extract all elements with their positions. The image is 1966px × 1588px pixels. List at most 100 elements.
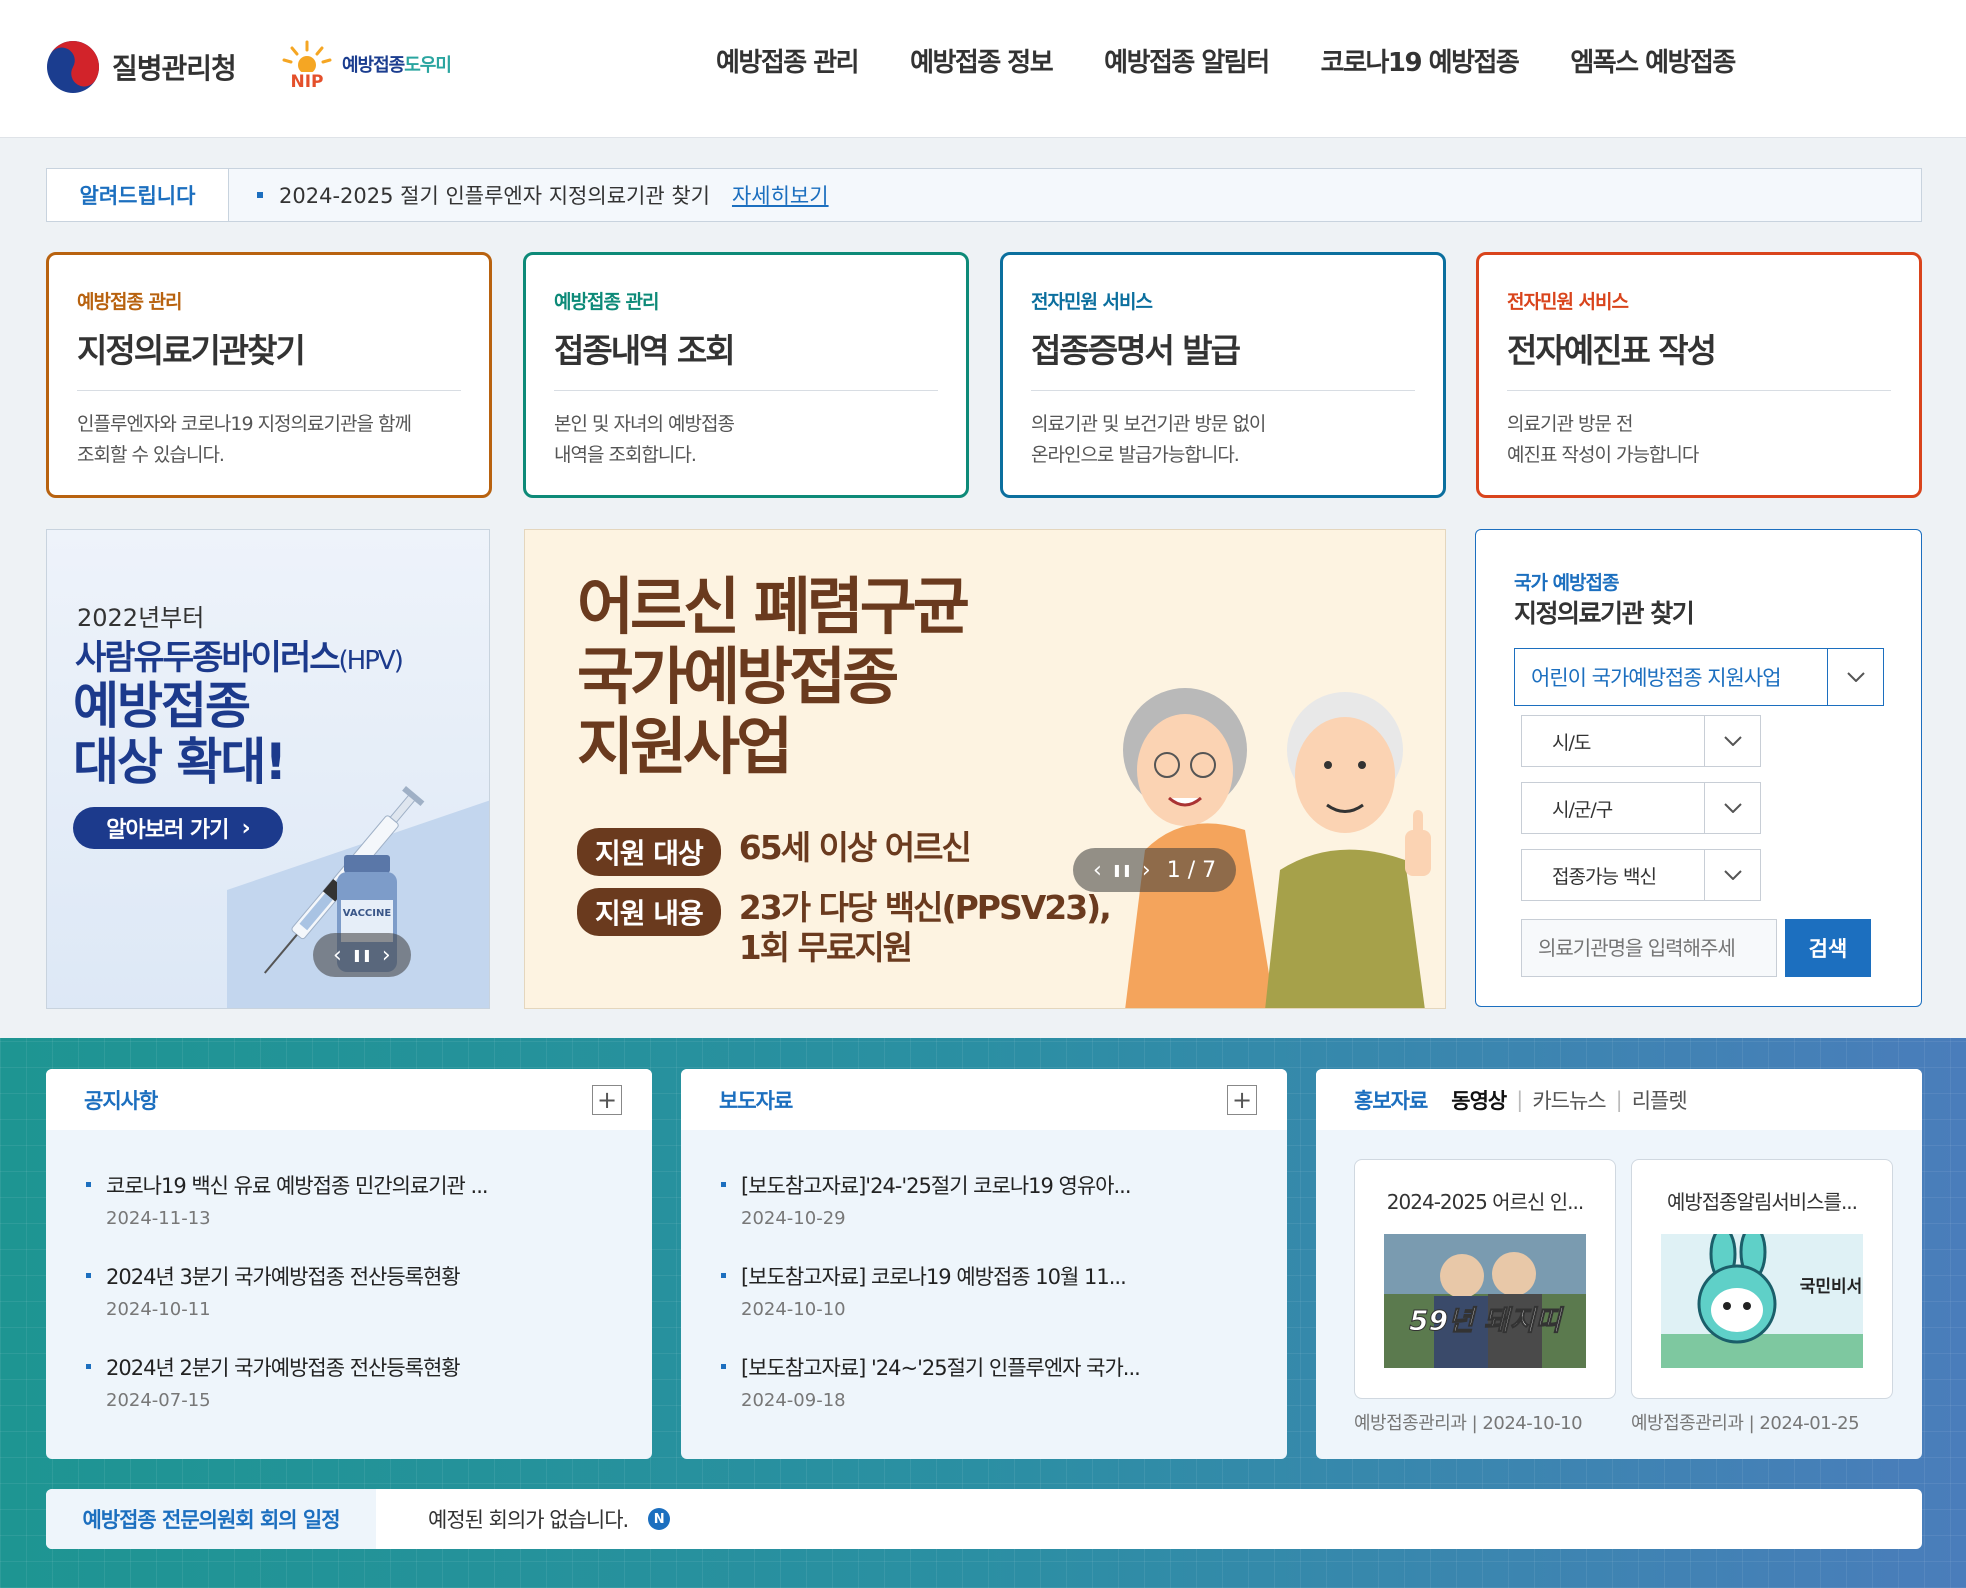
tab-card-news[interactable]: 카드뉴스 — [1532, 1085, 1606, 1115]
list-item-title: [보도참고자료]'24-'25절기 코로나19 영유아... — [741, 1174, 1132, 1198]
chevron-down-icon — [1704, 716, 1760, 766]
site-header: 질병관리청 NIP 예방접종도우미 예방접종 관리 예방접종 정보 예방접종 알… — [0, 0, 1966, 138]
notice-item[interactable]: 2024-2025 절기 인플루엔자 지정의료기관 찾기 — [257, 180, 710, 210]
hpv-banner[interactable]: 2022년부터 사람유두종바이러스(HPV) 예방접종 대상 확대! 알아보러 가… — [46, 529, 490, 1009]
hpv-slider-controls: ‹ ❚❚ › — [313, 933, 411, 977]
sido-select-value: 시/도 — [1552, 731, 1591, 754]
finder-title: 지정의료기관 찾기 — [1514, 599, 1695, 628]
pneumo-slider-controls: ‹ ❚❚ › 1 / 7 — [1073, 848, 1237, 892]
service-card-e-questionnaire[interactable]: 전자민원 서비스 전자예진표 작성 의료기관 방문 전 예진표 작성이 가능합니… — [1476, 252, 1922, 498]
promo-card[interactable]: 예방접종알림서비스를... 국민비서 — [1631, 1159, 1893, 1399]
more-plus-icon[interactable]: + — [592, 1085, 622, 1115]
list-item[interactable]: [보도참고자료] '24~'25절기 인플루엔자 국가... 2024-09-1… — [721, 1352, 1287, 1411]
list-item[interactable]: [보도참고자료]'24-'25절기 코로나19 영유아... 2024-10-2… — [721, 1170, 1287, 1229]
nip-name-accent: 도우미 — [404, 55, 452, 76]
nip-logo-text: NIP — [290, 72, 323, 90]
service-card-desc: 의료기관 및 보건기관 방문 없이 온라인으로 발급가능합니다. — [1031, 413, 1266, 466]
service-card-title: 접종내역 조회 — [554, 324, 938, 391]
kdca-logo[interactable]: 질병관리청 — [46, 40, 237, 94]
nip-name-main: 예방접종 — [342, 55, 405, 76]
program-select-value: 어린이 국가예방접종 지원사업 — [1531, 666, 1782, 690]
board-list: [보도참고자료]'24-'25절기 코로나19 영유아... 2024-10-2… — [681, 1130, 1287, 1411]
nip-logo[interactable]: NIP 예방접종도우미 — [278, 38, 452, 90]
promo-card[interactable]: 2024-2025 어르신 인... 59년 돼지띠 — [1354, 1159, 1616, 1399]
chevron-down-icon — [1827, 649, 1883, 705]
hpv-year: 2022년부터 — [77, 604, 205, 632]
thumbnail-caption: 59년 돼지띠 — [1409, 1304, 1564, 1337]
list-item-title: 코로나19 백신 유료 예방접종 민간의료기관 ... — [106, 1174, 489, 1198]
meeting-schedule-bar: 예방접종 전문의원회 회의 일정 예정된 회의가 없습니다. N — [46, 1489, 1922, 1549]
pneumococcal-banner[interactable]: 어르신 폐렴구균 국가예방접종 지원사업 지원 대상 65세 이상 어르신 지원… — [524, 529, 1446, 1009]
vial-label: VACCINE — [343, 908, 392, 919]
board-list: 코로나19 백신 유료 예방접종 민간의료기관 ... 2024-11-13 2… — [46, 1130, 652, 1411]
pneumo-target-tag: 지원 대상 — [577, 828, 721, 876]
tab-divider: | — [1516, 1087, 1523, 1112]
nav-mpox[interactable]: 엠폭스 예방접종 — [1544, 42, 1761, 79]
chevron-down-icon — [1704, 783, 1760, 833]
service-card-category: 전자민원 서비스 — [1031, 291, 1153, 313]
notices-board: 공지사항 + 코로나19 백신 유료 예방접종 민간의료기관 ... 2024-… — [46, 1069, 652, 1459]
press-board: 보도자료 + [보도참고자료]'24-'25절기 코로나19 영유아... 20… — [681, 1069, 1287, 1459]
service-card-desc: 의료기관 방문 전 예진표 작성이 가능합니다 — [1507, 413, 1699, 466]
board-title[interactable]: 공지사항 — [84, 1085, 158, 1115]
nav-covid19[interactable]: 코로나19 예방접종 — [1295, 42, 1545, 79]
nav-vaccination-info[interactable]: 예방접종 정보 — [884, 42, 1078, 79]
service-card-desc: 본인 및 자녀의 예방접종 내역을 조회합니다. — [554, 413, 735, 466]
nip-sun-icon: NIP — [282, 40, 332, 90]
list-item-date: 2024-09-18 — [741, 1390, 846, 1411]
pause-button[interactable]: ❚❚ — [1112, 863, 1132, 877]
promo-card-title: 2024-2025 어르신 인... — [1386, 1190, 1584, 1214]
pneumo-target-value: 65세 이상 어르신 — [738, 828, 972, 867]
sigungu-select-value: 시/군/구 — [1552, 798, 1613, 821]
new-badge: N — [648, 1508, 671, 1530]
service-card-history[interactable]: 예방접종 관리 접종내역 조회 본인 및 자녀의 예방접종 내역을 조회합니다. — [523, 252, 969, 498]
clinic-search-input[interactable] — [1521, 919, 1777, 977]
hpv-button-label: 알아보러 가기 — [106, 818, 229, 843]
board-title[interactable]: 홍보자료 — [1354, 1085, 1428, 1115]
meeting-text: 예정된 회의가 없습니다. — [428, 1508, 629, 1532]
hpv-headline: 사람유두종바이러스(HPV) — [75, 630, 404, 679]
pneumo-title: 어르신 폐렴구균 국가예방접종 지원사업 — [577, 572, 970, 783]
sido-select[interactable]: 시/도 — [1521, 715, 1761, 767]
list-item[interactable]: 2024년 3분기 국가예방접종 전산등록현황 2024-10-11 — [86, 1261, 652, 1320]
pneumo-title-line3: 지원사업 — [577, 710, 793, 783]
list-item[interactable]: 코로나19 백신 유료 예방접종 민간의료기관 ... 2024-11-13 — [86, 1170, 652, 1229]
promo-board: 홍보자료 동영상 | 카드뉴스 | 리플렛 2024-2025 어르신 인...… — [1316, 1069, 1922, 1459]
nav-notification[interactable]: 예방접종 알림터 — [1078, 42, 1295, 79]
prev-slide-button[interactable]: ‹ — [333, 943, 342, 968]
service-card-category: 예방접종 관리 — [77, 291, 183, 313]
promo-thumbnail: 국민비서 — [1661, 1234, 1863, 1368]
nav-vaccination-management[interactable]: 예방접종 관리 — [690, 42, 884, 79]
search-button[interactable]: 검색 — [1785, 919, 1871, 977]
slide-counter: 1 / 7 — [1166, 857, 1217, 883]
more-plus-icon[interactable]: + — [1227, 1085, 1257, 1115]
list-item-date: 2024-10-29 — [741, 1208, 846, 1229]
notice-bar: 알려드립니다 2024-2025 절기 인플루엔자 지정의료기관 찾기 자세히보… — [46, 168, 1922, 222]
chevron-down-icon — [1704, 850, 1760, 900]
vaccine-select[interactable]: 접종가능 백신 — [1521, 849, 1761, 901]
service-card-title: 접종증명서 발급 — [1031, 324, 1415, 391]
tab-leaflet[interactable]: 리플렛 — [1632, 1085, 1688, 1115]
service-card-find-clinic[interactable]: 예방접종 관리 지정의료기관찾기 인플루엔자와 코로나19 지정의료기관을 함께… — [46, 252, 492, 498]
list-item[interactable]: 2024년 2분기 국가예방접종 전산등록현황 2024-07-15 — [86, 1352, 652, 1411]
promo-card-meta: 예방접종관리과 | 2024-10-10 — [1354, 1413, 1583, 1434]
prev-slide-button[interactable]: ‹ — [1093, 858, 1102, 883]
meeting-label[interactable]: 예방접종 전문의원회 회의 일정 — [46, 1489, 376, 1549]
next-slide-button[interactable]: › — [382, 943, 391, 968]
list-item-title: [보도참고자료] '24~'25절기 인플루엔자 국가... — [741, 1356, 1141, 1380]
service-card-certificate[interactable]: 전자민원 서비스 접종증명서 발급 의료기관 및 보건기관 방문 없이 온라인으… — [1000, 252, 1446, 498]
board-title[interactable]: 보도자료 — [719, 1085, 793, 1115]
notice-label: 알려드립니다 — [47, 169, 229, 221]
pause-button[interactable]: ❚❚ — [352, 948, 372, 962]
tab-video[interactable]: 동영상 — [1451, 1085, 1507, 1115]
notice-more-link[interactable]: 자세히보기 — [732, 180, 829, 210]
pneumo-content-tag: 지원 내용 — [577, 888, 721, 936]
bullet-icon — [257, 192, 263, 198]
board-header: 보도자료 + — [681, 1069, 1287, 1130]
pneumo-target-row: 지원 대상 65세 이상 어르신 — [577, 828, 972, 876]
program-select[interactable]: 어린이 국가예방접종 지원사업 — [1514, 648, 1884, 706]
sigungu-select[interactable]: 시/군/구 — [1521, 782, 1761, 834]
service-card-category: 예방접종 관리 — [554, 291, 660, 313]
next-slide-button[interactable]: › — [1142, 858, 1151, 883]
list-item[interactable]: [보도참고자료] 코로나19 예방접종 10월 11... 2024-10-10 — [721, 1261, 1287, 1320]
